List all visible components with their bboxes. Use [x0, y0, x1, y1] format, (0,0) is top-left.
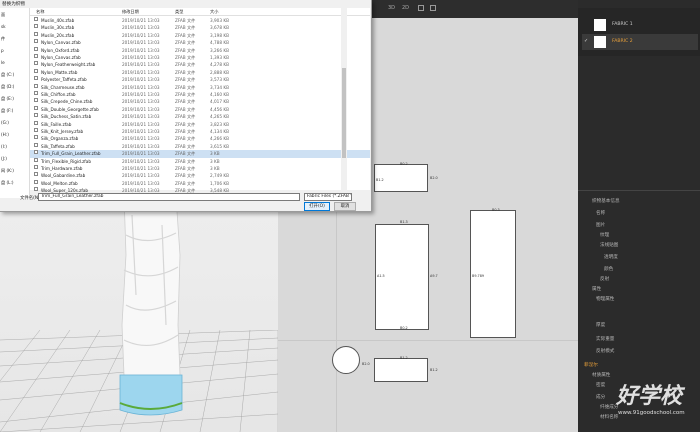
piece-label: B1.2: [430, 368, 438, 372]
tree-item[interactable]: 密度: [596, 382, 605, 388]
file-icon: [34, 150, 38, 155]
nav-item[interactable]: 盘 (C:): [1, 72, 14, 78]
file-icon: [34, 128, 38, 132]
watermark-brand: 好学校: [616, 384, 683, 409]
open-button[interactable]: 打开(O): [304, 202, 330, 211]
avatar-cloth-render[interactable]: [110, 175, 190, 425]
file-icon: [34, 165, 38, 169]
tree-item[interactable]: 名称: [596, 210, 605, 216]
file-icon: [34, 61, 38, 66]
tree-item[interactable]: 法线贴图: [600, 242, 618, 248]
file-type-select[interactable]: Fabric Files (*.ZFAB *.JFAB): [304, 193, 352, 201]
nav-item[interactable]: 网 (K:): [1, 168, 14, 174]
piece-label: B1.2: [400, 356, 408, 360]
watermark: 好学校 www.91goodschool.com: [612, 378, 698, 428]
pattern-piece[interactable]: [374, 358, 428, 382]
tree-item[interactable]: 厚度: [596, 322, 605, 328]
piece-label: B0.3: [492, 208, 500, 212]
fabric-item-selected[interactable]: ✓ FABRIC 2: [582, 34, 698, 50]
nav-item[interactable]: 面: [1, 12, 5, 18]
file-icon: [34, 17, 38, 21]
file-icon: [34, 179, 38, 184]
col-size[interactable]: 大小: [210, 8, 218, 16]
check-icon: ✓: [584, 38, 589, 44]
file-icon: [34, 157, 38, 162]
tree-item[interactable]: 反射模式: [596, 348, 614, 354]
tree-item[interactable]: 成分: [596, 394, 605, 400]
file-list[interactable]: 名称 修改日期 类型 大小 Muslin_40s.zfab 2019/10/21 …: [30, 8, 370, 193]
file-icon: [34, 68, 38, 73]
file-icon: [34, 39, 38, 44]
file-icon: [34, 83, 38, 88]
nav-item[interactable]: p: [1, 48, 4, 53]
toolbar-icon[interactable]: [418, 5, 424, 11]
file-icon: [34, 172, 38, 177]
filename-input[interactable]: Trim_Full_Grain_Leather.zfab: [38, 193, 300, 201]
fabric-swatch: [594, 36, 606, 48]
file-icon: [34, 142, 38, 147]
fabric-name: FABRIC 2: [612, 39, 633, 44]
col-name[interactable]: 名称: [36, 8, 44, 16]
watermark-url: www.91goodschool.com: [618, 410, 685, 416]
nav-item[interactable]: 盘 (F:): [1, 108, 13, 114]
toolbar-icon[interactable]: [430, 5, 436, 11]
tree-item[interactable]: 属性: [592, 286, 601, 292]
nav-item[interactable]: (G:): [1, 120, 9, 125]
dialog-nav-pane[interactable]: 面 sk 件 p le 盘 (C:) 盘 (D:) 盘 (E:) 盘 (F:) (G:) (H:) (…: [0, 8, 30, 198]
piece-label: B9.789: [472, 274, 485, 278]
file-icon: [34, 113, 38, 118]
tree-item[interactable]: 图片: [596, 222, 605, 228]
file-icon: [34, 187, 38, 192]
nav-item[interactable]: (H:): [1, 132, 9, 137]
dialog-title: 替换为织物: [2, 2, 25, 7]
scrollbar[interactable]: [341, 8, 347, 190]
tree-item-highlight[interactable]: 菲涅尔: [584, 362, 598, 368]
tree-item[interactable]: 织物基本信息: [592, 198, 620, 204]
piece-label: A1.5: [377, 274, 385, 278]
piece-label: B0.2: [400, 162, 408, 166]
file-icon: [34, 31, 38, 36]
column-header: 名称 修改日期 类型 大小: [30, 8, 370, 16]
tree-item[interactable]: 纹理: [600, 232, 609, 238]
tree-item[interactable]: 实际重量: [596, 336, 614, 342]
open-file-dialog[interactable]: 替换为织物 面 sk 件 p le 盘 (C:) 盘 (D:) 盘 (E:) 盘 (F:) (G:…: [0, 0, 372, 212]
nav-item[interactable]: 盘 (L:): [1, 180, 14, 186]
piece-label: B1.2: [376, 178, 384, 182]
piece-label: A9.7: [430, 274, 438, 278]
file-icon: [34, 135, 38, 140]
tree-item[interactable]: 反射: [600, 276, 609, 282]
view-label-2d: 2D: [402, 5, 410, 11]
file-icon: [34, 105, 38, 110]
piece-label: B2.0: [430, 176, 438, 180]
file-icon: [34, 24, 38, 29]
col-type[interactable]: 类型: [175, 8, 183, 16]
nav-item[interactable]: 盘 (E:): [1, 96, 14, 102]
col-date[interactable]: 修改日期: [122, 8, 139, 16]
file-icon: [34, 54, 38, 58]
nav-item[interactable]: (I:): [1, 144, 7, 149]
file-icon: [34, 98, 38, 103]
file-icon: [34, 91, 38, 95]
file-icon: [34, 76, 38, 81]
nav-item[interactable]: sk: [1, 24, 6, 29]
file-icon: [34, 120, 38, 125]
file-icon: [34, 46, 38, 51]
cancel-button[interactable]: 取消: [334, 202, 356, 211]
fabric-name: FABRIC 1: [612, 22, 633, 27]
piece-label: B0.2: [400, 326, 408, 330]
tree-item[interactable]: 透明度: [604, 254, 618, 260]
fabric-swatch: [594, 19, 606, 31]
view-label-3d: 3D: [388, 5, 396, 11]
piece-label: B1.3: [400, 220, 408, 224]
fabric-item[interactable]: FABRIC 1: [592, 18, 698, 32]
tree-item[interactable]: 物理属性: [596, 296, 614, 302]
piece-label: B2.0: [362, 362, 370, 366]
tree-item[interactable]: 颜色: [604, 266, 613, 272]
nav-item[interactable]: le: [1, 60, 5, 65]
pattern-piece-circle[interactable]: [332, 346, 360, 374]
nav-item[interactable]: 盘 (D:): [1, 84, 14, 90]
nav-item[interactable]: (J:): [1, 156, 7, 161]
nav-item[interactable]: 件: [1, 36, 5, 42]
tree-item[interactable]: 材质属性: [592, 372, 610, 378]
